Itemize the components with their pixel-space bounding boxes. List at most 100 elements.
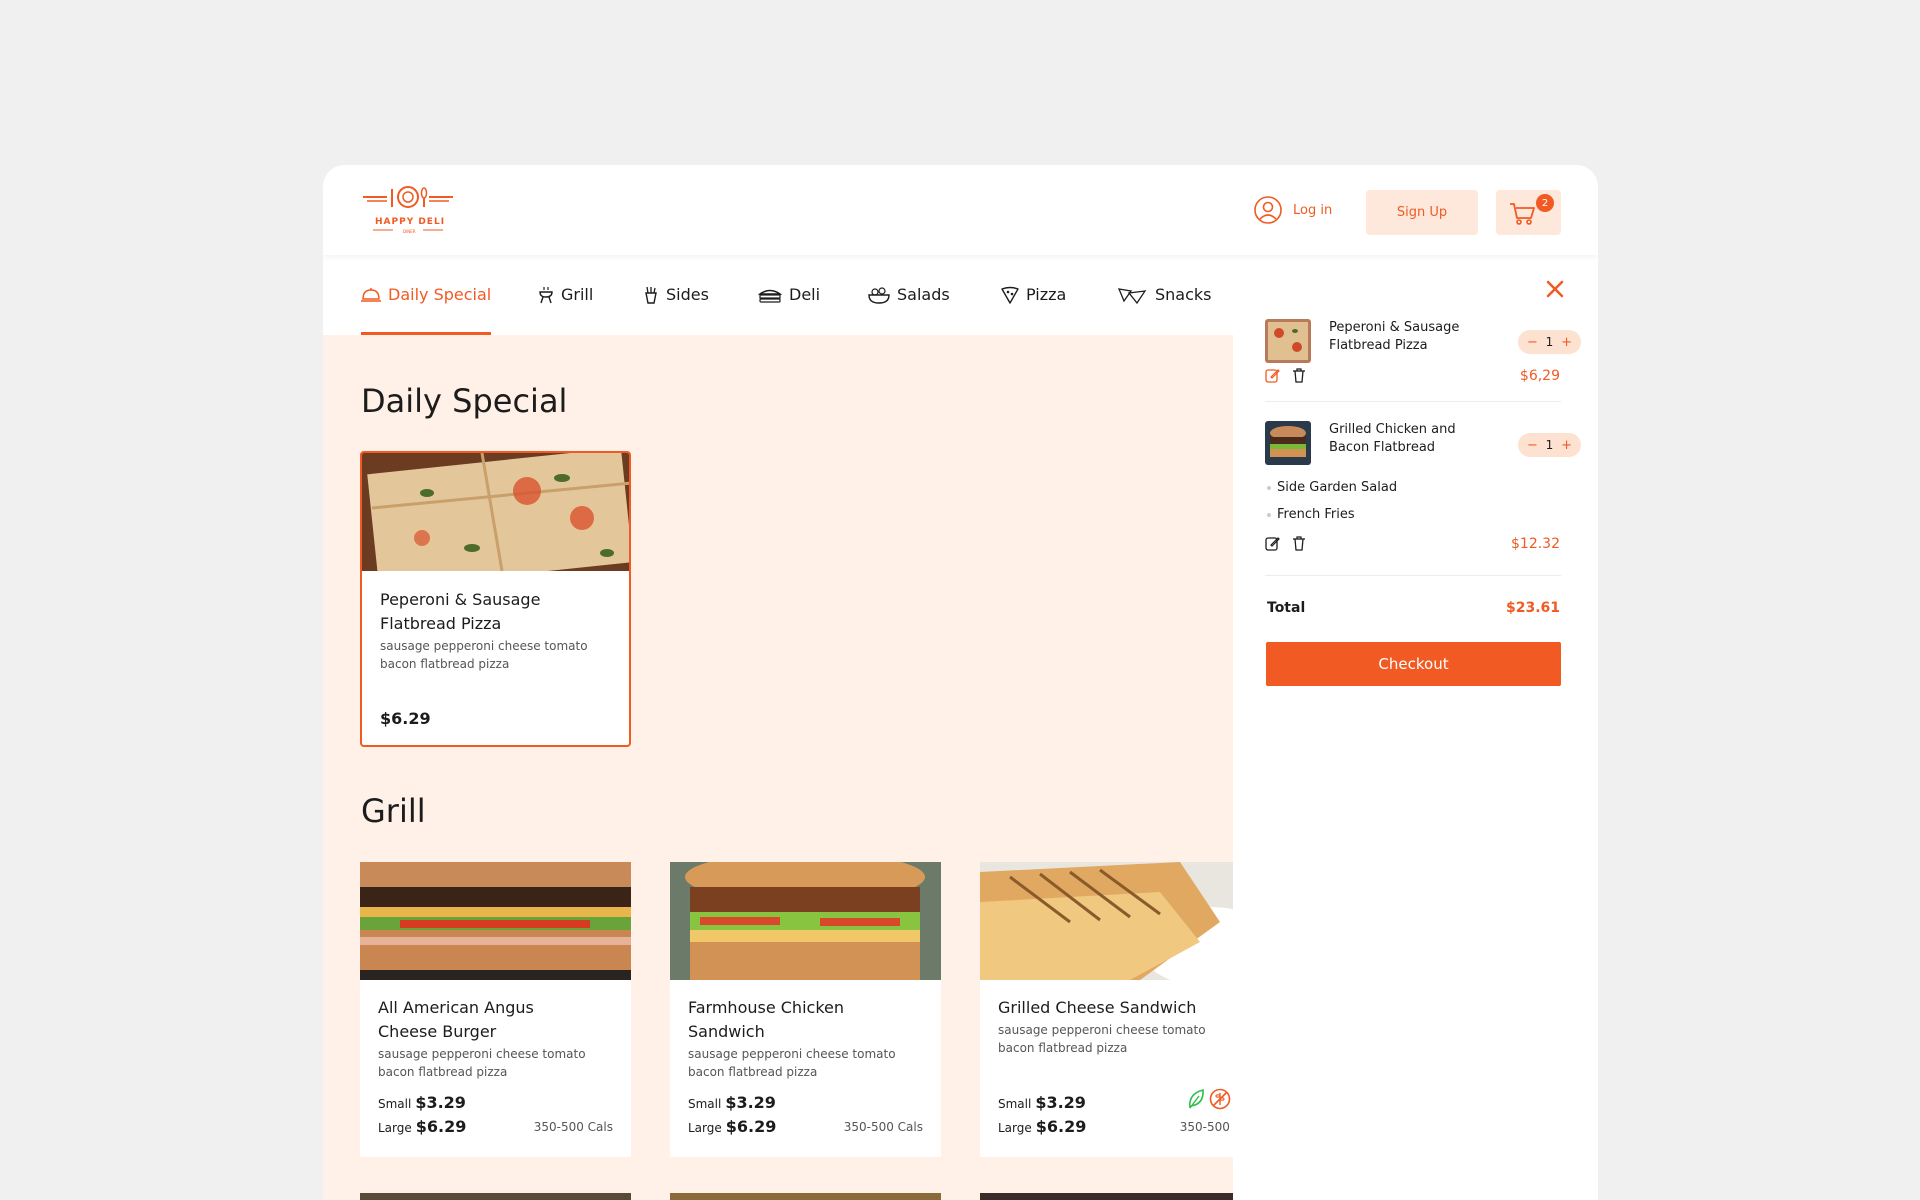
tab-label: Deli: [789, 285, 821, 304]
cart-item-price: $12.32: [1511, 536, 1560, 552]
cart-item-actions: [1265, 368, 1306, 383]
large-price-row: Large $6.29: [688, 1117, 777, 1136]
cart-item-name: Peperoni & Sausage Flatbread Pizza: [1329, 320, 1460, 353]
cart-item-thumbnail: [1265, 421, 1311, 465]
cart-item-addon: French Fries: [1267, 507, 1355, 522]
food-image-burger: [360, 862, 631, 980]
total-value: $23.61: [1505, 600, 1560, 616]
category-tabs: Daily Special Grill Sides Deli Salads Pi…: [323, 255, 1233, 335]
calories-label: 350-500 Cals: [533, 1120, 613, 1134]
decrement-button[interactable]: −: [1527, 335, 1538, 350]
item-name: Farmhouse Chicken: [688, 998, 844, 1017]
quantity-stepper[interactable]: − 1 +: [1518, 330, 1581, 354]
item-name: Cheese Burger: [378, 1022, 497, 1041]
edit-icon[interactable]: [1265, 368, 1280, 383]
quantity-value: 1: [1545, 335, 1554, 349]
item-description: bacon flatbread pizza: [378, 1065, 508, 1079]
trash-icon[interactable]: [1292, 536, 1306, 551]
menu-item-card[interactable]: Grilled Cheese Sandwich sausage pepperon…: [980, 862, 1233, 1157]
menu-item-card[interactable]: Peperoni & Sausage Flatbread Pizza sausa…: [360, 451, 631, 747]
no-gluten-icon: [1209, 1088, 1231, 1110]
quantity-stepper[interactable]: − 1 +: [1518, 433, 1581, 457]
item-name: Flatbread Pizza: [380, 614, 502, 633]
item-description: sausage pepperoni cheese tomato: [378, 1047, 586, 1061]
login-label: Log in: [1293, 202, 1333, 218]
section-title-grill: Grill: [361, 792, 426, 830]
tab-snacks[interactable]: Snacks: [1118, 285, 1212, 304]
item-description: bacon flatbread pizza: [688, 1065, 818, 1079]
tab-salads[interactable]: Salads: [868, 285, 950, 304]
large-price-row: Large $6.29: [998, 1117, 1087, 1136]
item-description: sausage pepperoni cheese tomato: [998, 1023, 1206, 1037]
cart-icon: [1510, 203, 1535, 225]
brand-name: HAPPY DELI: [375, 217, 446, 227]
menu-item-card-peek: [360, 1193, 631, 1200]
cart-button[interactable]: 2: [1496, 190, 1561, 235]
small-price-row: Small $3.29: [688, 1093, 776, 1112]
pizza-slice-icon: [1001, 286, 1019, 304]
cart-item-thumbnail: [1265, 319, 1311, 363]
item-name: Peperoni & Sausage: [380, 590, 541, 609]
tab-label: Daily Special: [388, 285, 492, 304]
calories-label: 350-500 Cals: [843, 1120, 923, 1134]
nachos-icon: [1118, 287, 1147, 304]
small-price-row: Small $3.29: [998, 1093, 1086, 1112]
item-name: All American Angus: [378, 998, 534, 1017]
section-title-daily-special: Daily Special: [361, 382, 568, 420]
salad-bowl-icon: [868, 286, 890, 304]
cart-item-price: $6,29: [1519, 368, 1560, 384]
cart-item-actions: [1265, 536, 1306, 551]
quantity-value: 1: [1545, 438, 1554, 452]
menu-item-card[interactable]: Farmhouse Chicken Sandwich sausage peppe…: [670, 862, 941, 1157]
close-icon[interactable]: [1543, 277, 1567, 301]
item-name: Grilled Cheese Sandwich: [998, 998, 1197, 1017]
cart-item-addon: Side Garden Salad: [1267, 480, 1397, 495]
item-name: Sandwich: [688, 1022, 765, 1041]
item-price: $6.29: [380, 709, 431, 728]
calories-label: 350-500 Cals: [1179, 1120, 1233, 1134]
menu-item-card[interactable]: All American Angus Cheese Burger sausage…: [360, 862, 631, 1157]
app-window: HAPPY DELI DINER Log in Sign Up 2 Daily …: [323, 165, 1598, 1200]
tab-deli[interactable]: Deli: [758, 285, 820, 304]
user-icon: [1254, 196, 1282, 224]
trash-icon[interactable]: [1292, 368, 1306, 383]
increment-button[interactable]: +: [1561, 335, 1572, 350]
cloche-icon: [361, 287, 381, 302]
cart-panel: Peperoni & Sausage Flatbread Pizza − 1 +…: [1233, 255, 1598, 1200]
login-button[interactable]: Log in: [1253, 195, 1332, 225]
signup-button[interactable]: Sign Up: [1366, 190, 1478, 235]
decrement-button[interactable]: −: [1527, 438, 1538, 453]
divider: [1265, 401, 1561, 402]
checkout-button[interactable]: Checkout: [1266, 642, 1561, 686]
leaf-icon: [1188, 1088, 1204, 1109]
tab-daily-special[interactable]: Daily Special: [361, 285, 491, 304]
menu-item-card-peek: [670, 1193, 941, 1200]
menu-item-card-peek: [980, 1193, 1233, 1200]
total-label: Total: [1267, 600, 1306, 616]
fries-icon: [645, 286, 657, 304]
header: HAPPY DELI DINER Log in Sign Up 2: [323, 165, 1598, 255]
increment-button[interactable]: +: [1561, 438, 1572, 453]
tab-label: Salads: [897, 285, 950, 304]
tab-label: Snacks: [1155, 285, 1212, 304]
item-description: sausage pepperoni cheese tomato: [380, 639, 588, 653]
large-price-row: Large $6.29: [378, 1117, 467, 1136]
tab-label: Pizza: [1026, 285, 1067, 304]
small-price-row: Small $3.29: [378, 1093, 466, 1112]
tab-sides[interactable]: Sides: [643, 285, 709, 304]
tab-pizza[interactable]: Pizza: [1001, 285, 1066, 304]
food-image-pizza: [362, 453, 629, 571]
grill-icon: [539, 286, 553, 303]
menu-content: Daily Special Peperoni & Sausage Flatbre…: [323, 335, 1233, 1200]
edit-icon[interactable]: [1265, 536, 1280, 551]
item-description: bacon flatbread pizza: [380, 657, 510, 671]
food-image-grilled-cheese: [980, 862, 1233, 980]
divider: [1265, 575, 1561, 576]
food-image-chicken-sandwich: [670, 862, 941, 980]
tab-grill[interactable]: Grill: [538, 285, 593, 304]
item-description: sausage pepperoni cheese tomato: [688, 1047, 896, 1061]
brand-subtitle: DINER: [403, 229, 416, 234]
cart-item-name: Grilled Chicken and Bacon Flatbread: [1329, 422, 1456, 455]
sandwich-icon: [758, 289, 782, 303]
tab-label: Sides: [666, 285, 709, 304]
